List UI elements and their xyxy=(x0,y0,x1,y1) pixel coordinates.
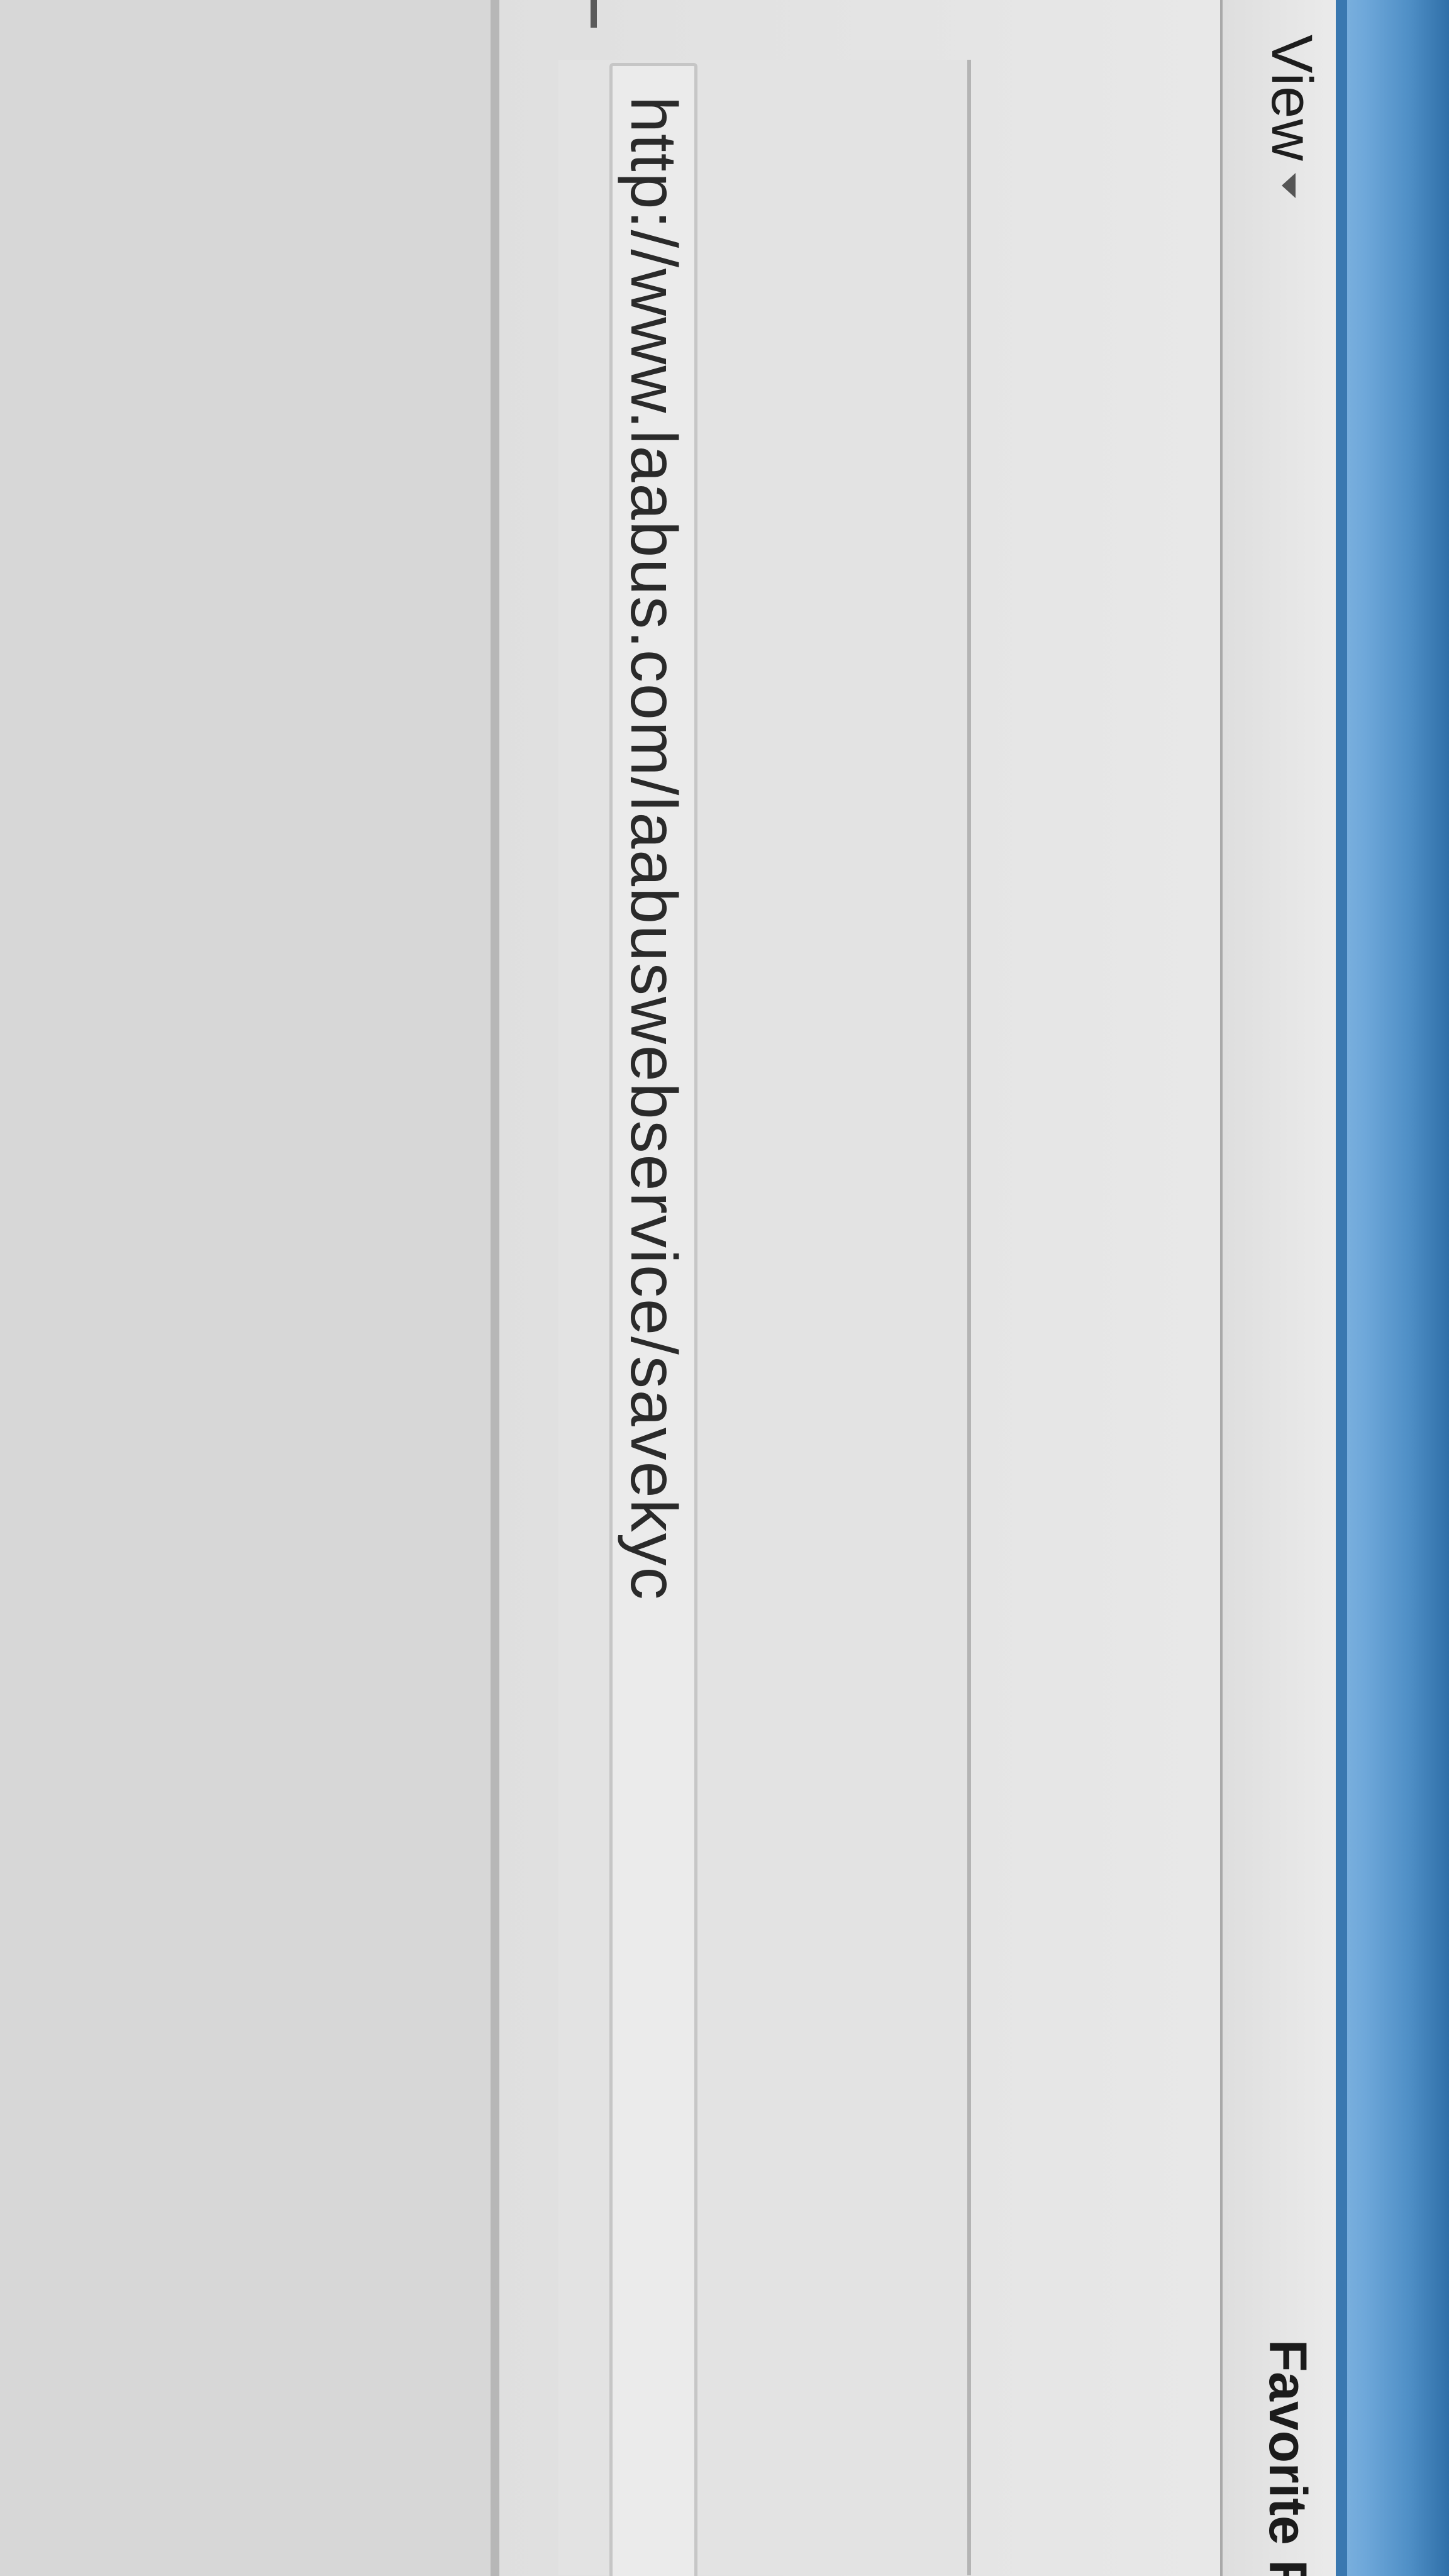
favorites-menu[interactable]: Favorite F xyxy=(1257,2340,1318,2576)
photo-stage: View Favorite F http://www.laabus.com/la… xyxy=(0,0,1449,2576)
lower-panel xyxy=(0,0,491,2576)
title-bar-edge xyxy=(1336,0,1347,2576)
field-edge-marker xyxy=(591,0,597,28)
chevron-down-icon xyxy=(1282,172,1296,198)
panel-divider xyxy=(491,0,499,2576)
url-field[interactable]: http://www.laabus.com/laabuswebservice/s… xyxy=(609,63,697,2576)
window-title-bar xyxy=(1336,0,1449,2576)
view-menu[interactable]: View xyxy=(1260,35,1324,198)
browser-window: View Favorite F http://www.laabus.com/la… xyxy=(0,0,1449,2576)
view-menu-label: View xyxy=(1260,35,1324,162)
url-text: http://www.laabus.com/laabuswebservice/s… xyxy=(617,96,691,1601)
menu-bar: View Favorite F xyxy=(1220,0,1336,2576)
